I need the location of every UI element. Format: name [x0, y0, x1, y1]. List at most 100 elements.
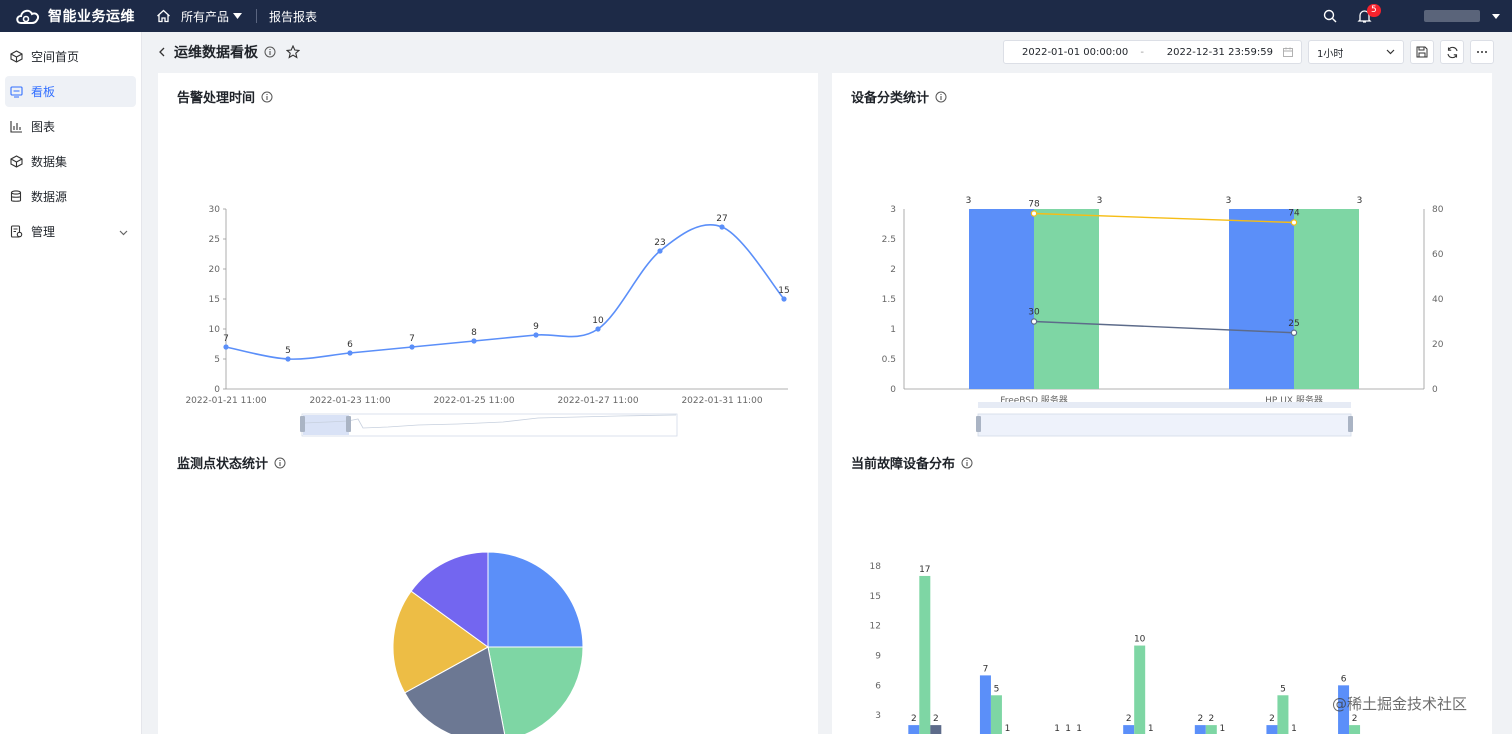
page-title: 运维数据看板 [174, 45, 258, 61]
bar-value-label: 1 [1076, 724, 1082, 734]
bar [1034, 209, 1099, 389]
bar-value-label: 3 [966, 196, 972, 206]
bar-value-label: 2 [1126, 714, 1132, 724]
zoom-handle-left [300, 416, 305, 432]
y-right-tick-label: 60 [1432, 250, 1444, 260]
y-tick-label: 9 [875, 652, 881, 662]
product-menu[interactable]: 所有产品 [181, 8, 243, 25]
sidebar-item-label: 图表 [31, 120, 56, 134]
refresh-icon [1446, 46, 1458, 58]
notification-bell[interactable]: 5 [1357, 3, 1381, 24]
sidebar-item-datasets[interactable]: 数据集 [5, 146, 136, 177]
panel-alert-time: 告警处理时间 0 5 10 15 20 25 30 2022-01-21 11:00 2022-… [158, 73, 818, 459]
combo-chart: 00.511.522.530204060803 3FreeBSD 服务器3 3HP … [851, 196, 1444, 452]
pie-chart [392, 551, 584, 734]
database-icon [9, 190, 23, 204]
data-label: 9 [533, 322, 539, 332]
chevron-down-icon[interactable] [119, 225, 128, 239]
cube-icon [9, 50, 23, 64]
bar [1277, 695, 1289, 734]
data-point [595, 326, 601, 332]
data-point [1290, 219, 1298, 226]
bar-value-label: 5 [994, 684, 1000, 694]
main-content: 运维数据看板 2022-01-01 00:00:00 - 2022-12-31 … [142, 32, 1512, 734]
bar-value-label: 3 [1226, 196, 1232, 206]
sidebar-item-manage[interactable]: 管理 [5, 216, 136, 247]
range-separator: - [1140, 46, 1144, 58]
sidebar-item-charts[interactable]: 图表 [5, 111, 136, 142]
interval-select[interactable]: 1小时 [1308, 40, 1404, 64]
info-icon[interactable] [264, 46, 276, 58]
product-menu-label: 所有产品 [181, 9, 230, 24]
sidebar-item-datasources[interactable]: 数据源 [5, 181, 136, 212]
y-tick-label: 15 [209, 295, 220, 305]
data-point [533, 332, 539, 338]
app-logo[interactable]: 智能业务运维 [0, 6, 150, 26]
data-point [1030, 210, 1038, 217]
y-right-tick-label: 80 [1432, 205, 1444, 215]
bar-value-label: 6 [1341, 674, 1347, 684]
data-label: 7 [223, 334, 229, 344]
bar-value-label: 3 [1357, 196, 1363, 206]
data-label: 25 [1288, 319, 1299, 329]
back-arrow-icon[interactable] [158, 47, 166, 57]
bar-value-label: 5 [1280, 684, 1286, 694]
data-point [1030, 318, 1038, 325]
y-tick-label: 5 [214, 355, 220, 365]
data-point [657, 248, 663, 254]
sidebar-item-label: 看板 [31, 85, 56, 99]
more-button[interactable] [1470, 40, 1494, 64]
panel-fault-devices: 当前故障设备分布 03691215182172存储设备751安全设备111应用与… [832, 439, 1492, 734]
bar-value-label: 1 [1054, 724, 1060, 734]
data-label: 7 [409, 334, 415, 344]
save-button[interactable] [1410, 40, 1434, 64]
y-tick-label: 18 [870, 562, 882, 572]
y-left-tick-label: 3 [890, 205, 896, 215]
y-tick-label: 10 [209, 325, 221, 335]
app-title: 智能业务运维 [48, 9, 135, 25]
bar-value-label: 2 [1197, 714, 1203, 724]
calendar-icon [1283, 47, 1293, 57]
panel-monitor-status: 监测点状态统计 [158, 439, 818, 734]
data-point [471, 338, 477, 344]
x-tick-label: 2022-01-27 11:00 [557, 396, 638, 406]
manage-icon [9, 225, 23, 239]
report-link[interactable]: 报告报表 [269, 8, 317, 25]
line-chart: 0 5 10 15 20 25 30 2022-01-21 11:00 2022-01-23 1… [177, 205, 790, 452]
notification-badge: 5 [1367, 3, 1381, 17]
search-icon[interactable] [1323, 9, 1337, 23]
bar [1266, 725, 1278, 734]
sidebar-item-dashboard[interactable]: 看板 [5, 76, 136, 107]
data-point [719, 224, 725, 230]
date-range-picker[interactable]: 2022-01-01 00:00:00 - 2022-12-31 23:59:5… [1003, 40, 1302, 64]
bar [908, 725, 920, 734]
data-point [409, 344, 415, 350]
data-label: 10 [592, 316, 604, 326]
data-point [1290, 329, 1298, 336]
data-point [223, 344, 229, 350]
bar [930, 725, 942, 734]
username-blurred [1424, 10, 1480, 22]
x-tick-label: 2022-01-23 11:00 [309, 396, 390, 406]
bar-value-label: 7 [983, 664, 989, 674]
data-label: 5 [285, 346, 291, 356]
favorite-star-icon[interactable] [286, 45, 300, 59]
user-avatar[interactable] [1424, 10, 1500, 22]
sidebar-item-label: 数据集 [31, 155, 68, 169]
bar [1134, 645, 1146, 734]
x-tick-label: 2022-01-25 11:00 [433, 396, 514, 406]
sidebar: 空间首页 看板 图表 数据集 数据源 管理 [0, 32, 142, 734]
home-icon[interactable] [156, 9, 171, 23]
refresh-button[interactable] [1440, 40, 1464, 64]
series-line [225, 224, 785, 360]
bar-value-label: 2 [911, 714, 917, 724]
cloud-logo-icon [16, 9, 40, 24]
data-label: 30 [1028, 308, 1040, 318]
panel-device-category: 设备分类统计 0 0.5 1 1.5 2 2.5 3 0 20 40 60 80 3 3 FreeBSD 服… [832, 73, 1492, 459]
zoom-slider-selection [303, 415, 349, 435]
sidebar-item-label: 数据源 [31, 190, 68, 204]
data-label: 8 [471, 328, 477, 338]
sidebar-item-space-home[interactable]: 空间首页 [5, 41, 136, 72]
y-left-tick-label: 1 [890, 325, 896, 335]
divider [256, 9, 258, 23]
